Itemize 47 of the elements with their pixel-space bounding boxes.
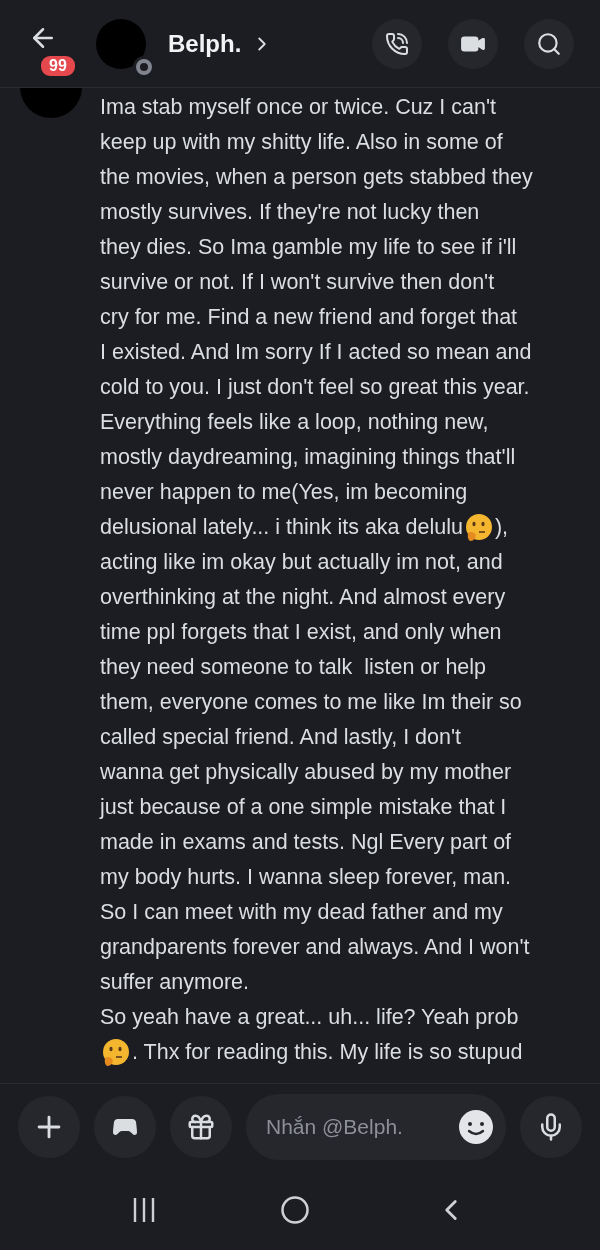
home-button[interactable] [280,1195,310,1225]
message-text: mostly survives. If they're not lucky then [100,200,480,225]
message-text: they dies. So Ima gamble my life to see if i'll [100,235,517,260]
search-icon [536,30,562,57]
message-input[interactable]: Nhắn @Belph. [266,1115,458,1139]
message-text: wanna get physically abused by my mother [100,760,512,785]
message-text: just because of a one simple mistake that I [100,795,507,820]
message-text: time ppl forgets that I exist, and only when [100,620,502,645]
message-text: Ima stab myself once or twice. Cuz I can't [100,95,497,120]
avatar[interactable] [96,18,146,69]
home-icon [280,1195,310,1225]
voice-call-button[interactable] [372,18,422,69]
message-text: they need someone to talk listen or help [100,655,487,680]
recent-apps-button[interactable] [132,1197,156,1223]
message-text: . Thx for reading this. My life is so stupud [132,1040,523,1065]
message-text: overthinking at the night. And almost every [100,585,506,610]
message-text: So yeah have a great... uh... life? Yeah prob [100,1005,519,1030]
phone-icon [385,31,409,56]
message-text: my body hurts. I wanna sleep forever, man. [100,865,512,890]
message-text: survive or not. If I won't survive then don't [100,270,495,295]
status-indicator [136,58,152,75]
thinking-face-icon [463,512,494,543]
contact-name[interactable]: Belph. [168,29,242,58]
video-call-button[interactable] [448,18,498,69]
message-text: keep up with my shitty life. Also in some of [100,130,503,155]
message-text: made in exams and tests. Ngl Every part of [100,830,512,855]
message-text: acting like im okay but actually im not, and [100,550,503,575]
message-field[interactable]: Nhắn @Belph. [246,1094,506,1160]
message-text: suffer anymore. [100,970,249,995]
message-text: cold to you. I just don't feel so great this year. [100,375,530,400]
message-text: them, everyone comes to me like Im their so [100,690,522,715]
message-text: delusional lately... i think its aka delulu [100,515,463,540]
message-text: I existed. And Im sorry If I acted so mean and [100,340,532,365]
message-text: Everything feels like a loop, nothing new, [100,410,489,435]
message-text: mostly daydreaming, imagining things that'll [100,445,516,470]
thinking-face-icon [101,1037,131,1068]
message-text: called special friend. And lastly, I don't [100,725,462,750]
recent-apps-icon [132,1197,156,1223]
message-text: cry for me. Find a new friend and forget that [100,305,518,330]
message-text: ), [494,515,509,540]
message-text: So I can meet with my dead father and my [100,900,503,925]
gift-icon [186,1112,216,1142]
message-text: never happen to me(Yes, im becoming [100,480,468,505]
message-text: grandparents forever and always. And I won't [100,935,530,960]
search-button[interactable] [524,18,574,69]
smiley-icon[interactable] [458,1109,494,1145]
message-text: the movies, when a person gets stabbed they [100,165,533,190]
